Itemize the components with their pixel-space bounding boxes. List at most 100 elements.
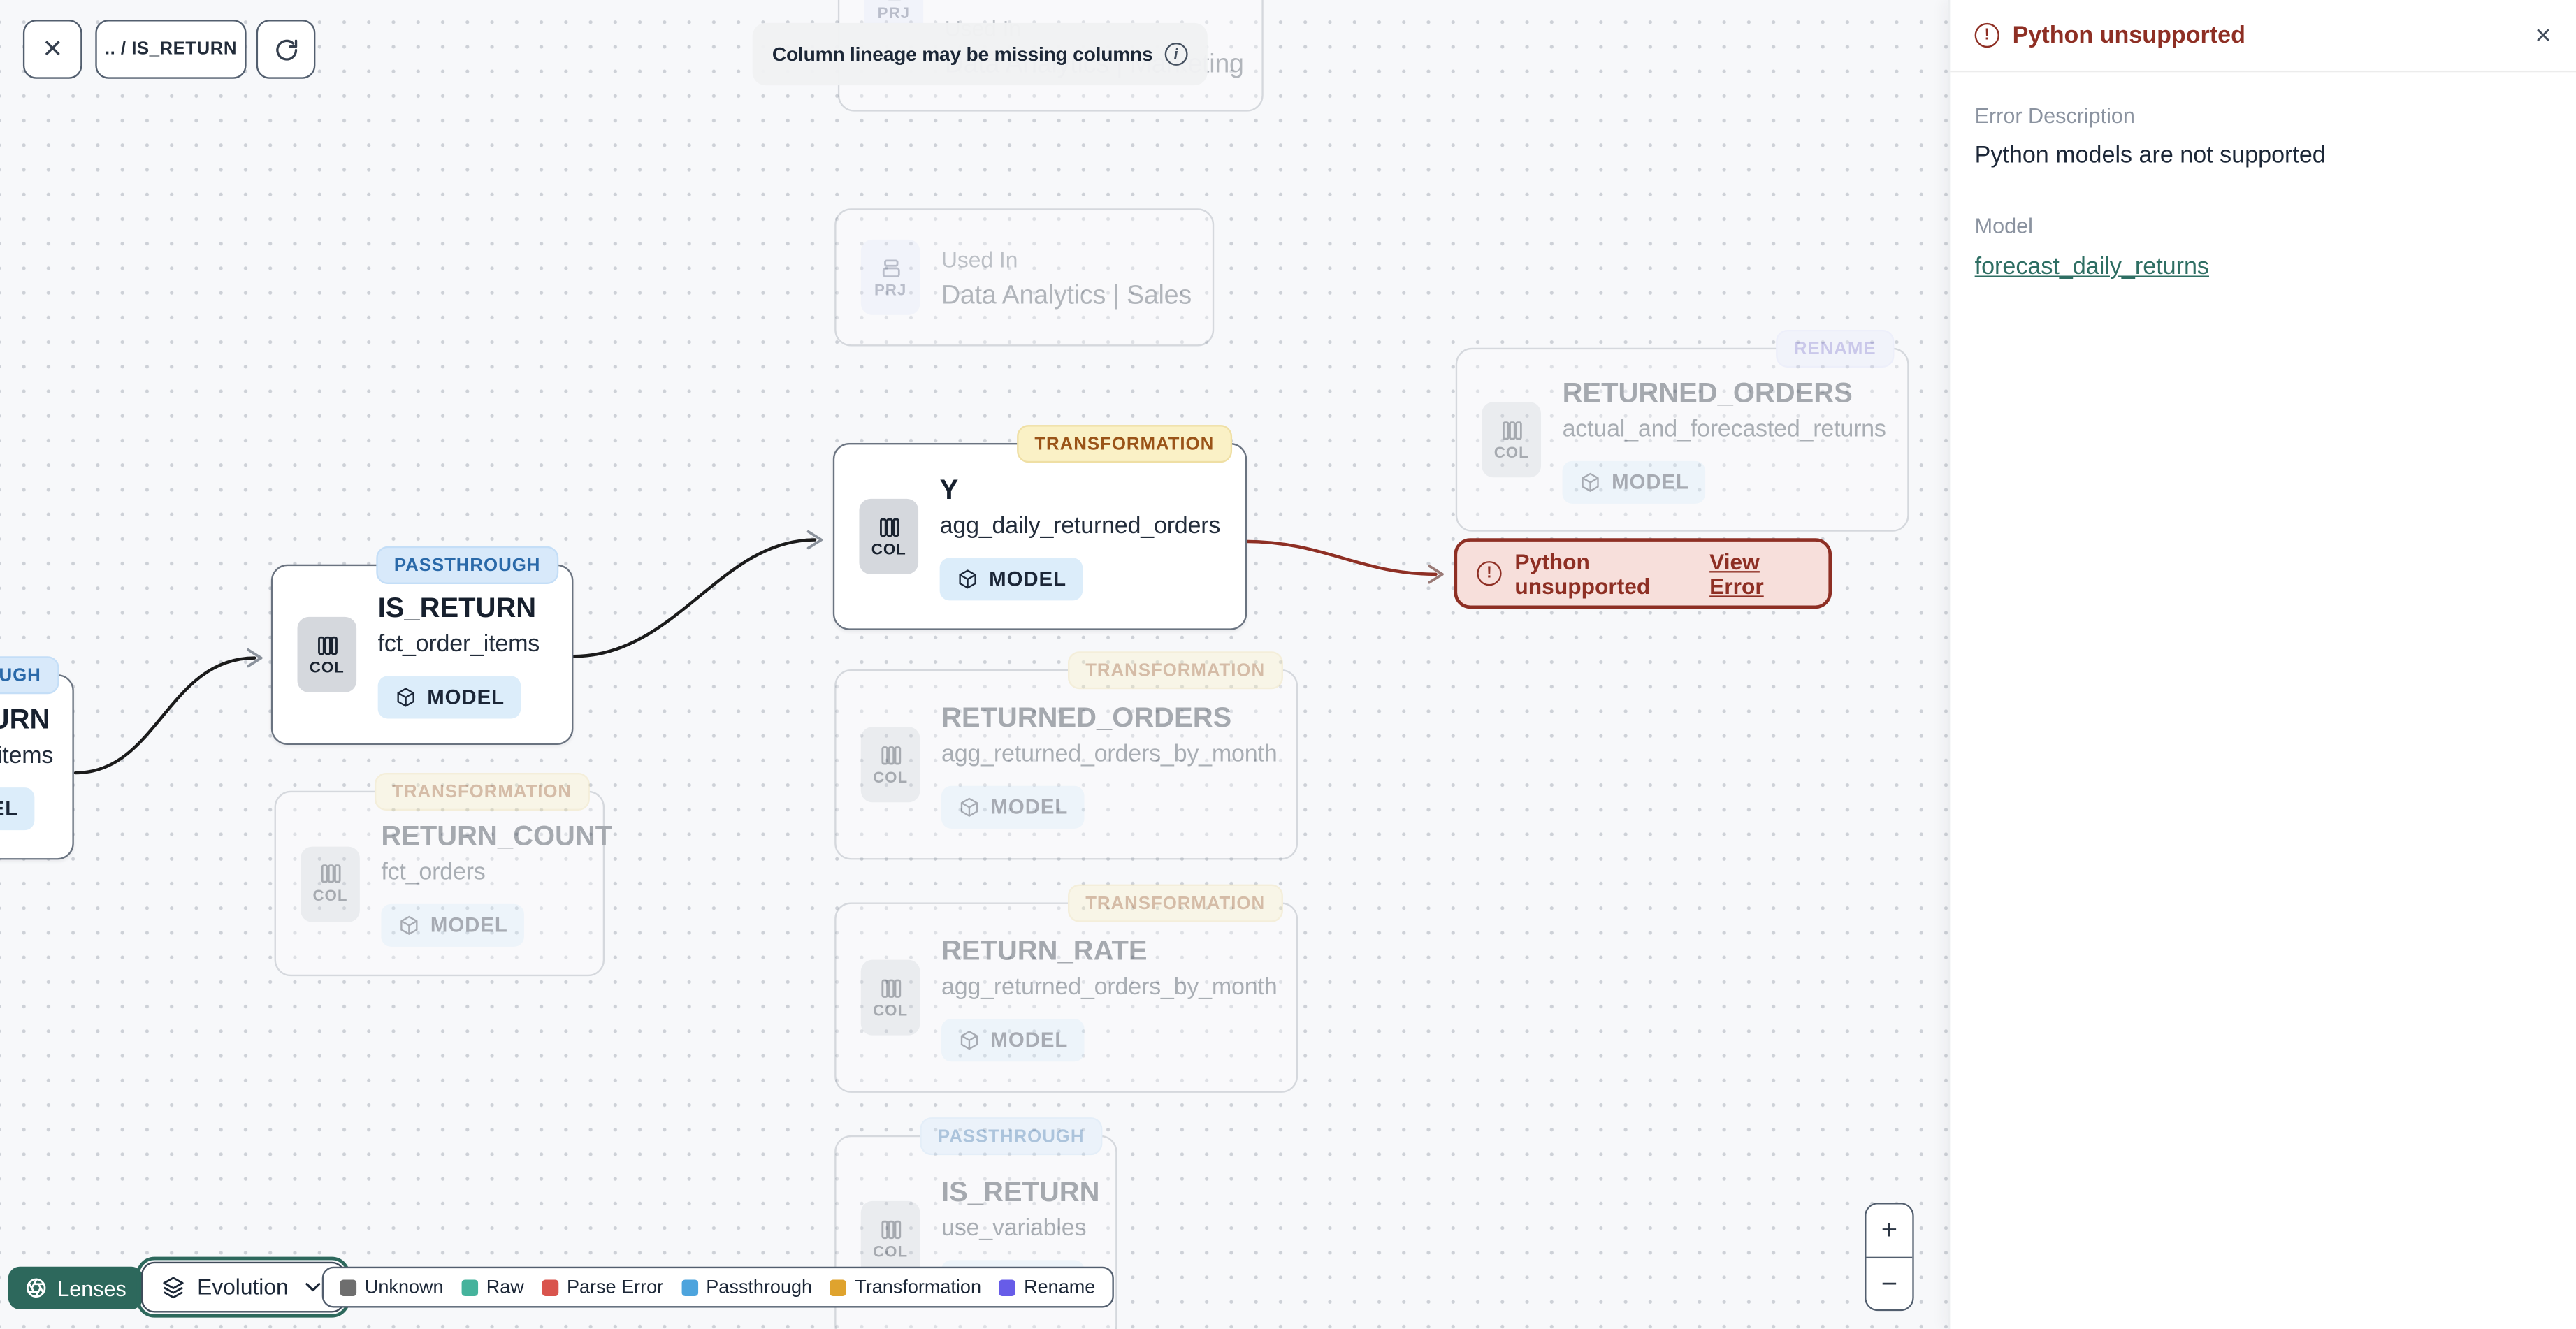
legend-swatch bbox=[681, 1279, 698, 1295]
minus-icon: − bbox=[1881, 1267, 1898, 1299]
lineage-notice: Column lineage may be missing columns i bbox=[752, 22, 1208, 86]
model-badge: MODEL bbox=[1562, 460, 1706, 503]
node-isreturn-fct-order-items[interactable]: PASSTHROUGH COL IS_RETURN fct_order_item… bbox=[270, 546, 574, 746]
col-label: COL bbox=[871, 540, 906, 559]
model-link[interactable]: forecast_daily_returns bbox=[1975, 254, 2209, 281]
arrowhead-icon bbox=[1428, 565, 1444, 584]
node-subtitle: fct_order_items bbox=[377, 630, 540, 658]
model-badge: MODEL bbox=[939, 557, 1083, 600]
node-returned-orders-by-month[interactable]: TRANSFORMATION COL RETURNED_ORDERS agg_r… bbox=[834, 651, 1298, 860]
passthrough-badge: PASSTHROUGH bbox=[920, 1117, 1103, 1156]
lens-legend: Unknown Raw Parse Error Passthrough Tran… bbox=[321, 1266, 1114, 1308]
error-description-text: Python models are not supported bbox=[1974, 143, 2326, 169]
layers-icon bbox=[163, 1277, 184, 1299]
prj-label: PRJ bbox=[874, 281, 907, 300]
node-title: RETURNED_ORDERS bbox=[1562, 376, 1853, 408]
node-title: Y bbox=[939, 473, 959, 505]
zoom-in-button[interactable]: + bbox=[1866, 1204, 1913, 1257]
zoom-out-button[interactable]: − bbox=[1866, 1256, 1913, 1309]
aperture-icon bbox=[27, 1278, 46, 1298]
node-subtitle: fct_orders bbox=[381, 859, 486, 886]
model-badge: MODEL bbox=[941, 785, 1085, 828]
node-return-count[interactable]: TRANSFORMATION COL RETURN_COUNT fct_orde… bbox=[274, 772, 612, 977]
node-title: RETURN_COUNT bbox=[381, 820, 613, 852]
node-subtitle: agg_returned_orders_by_month bbox=[941, 973, 1278, 1001]
node-title: RETURN_RATE bbox=[941, 934, 1148, 966]
edge-upstream-to-isreturn bbox=[73, 656, 256, 775]
node-title: IS_RETURN bbox=[0, 704, 50, 735]
legend-item: Rename bbox=[999, 1277, 1095, 1297]
panel-title: Python unsupported bbox=[2012, 22, 2245, 49]
transformation-badge: TRANSFORMATION bbox=[1016, 425, 1233, 463]
legend-swatch bbox=[340, 1279, 357, 1295]
panel-header: ! Python unsupported × bbox=[1950, 0, 2576, 73]
node-y-agg-daily-returned-orders[interactable]: TRANSFORMATION COL Y agg_daily_returned_… bbox=[832, 425, 1247, 630]
rename-badge: RENAME bbox=[1775, 329, 1895, 368]
warning-icon: ! bbox=[1477, 561, 1502, 586]
col-label: COL bbox=[873, 769, 909, 787]
model-label: Model bbox=[1974, 213, 2033, 238]
view-error-link[interactable]: View Error bbox=[1709, 549, 1809, 597]
column-icon: COL bbox=[301, 845, 360, 922]
col-label: COL bbox=[1493, 444, 1529, 463]
arrowhead-icon bbox=[806, 530, 823, 550]
refresh-button[interactable] bbox=[256, 20, 316, 79]
transformation-badge: TRANSFORMATION bbox=[1067, 884, 1283, 922]
column-icon: COL bbox=[860, 1200, 920, 1277]
model-badge: MODEL bbox=[377, 675, 521, 718]
plus-icon: + bbox=[1881, 1214, 1898, 1246]
node-subtitle: agg_returned_orders_by_month bbox=[941, 741, 1278, 767]
error-description-label: Error Description bbox=[1974, 103, 2135, 129]
refresh-icon bbox=[275, 38, 297, 60]
legend-item: Passthrough bbox=[681, 1277, 812, 1297]
lens-mode-label: Evolution bbox=[197, 1274, 289, 1300]
legend-item: Transformation bbox=[830, 1277, 981, 1297]
notice-text: Column lineage may be missing columns bbox=[772, 43, 1153, 66]
node-return-rate[interactable]: TRANSFORMATION COL RETURN_RATE agg_retur… bbox=[834, 884, 1298, 1093]
zoom-controls: + − bbox=[1865, 1203, 1914, 1312]
col-label: COL bbox=[873, 1001, 909, 1020]
lenses-button[interactable]: Lenses bbox=[8, 1266, 143, 1309]
prj-label: PRJ bbox=[877, 3, 910, 22]
close-lineage-button[interactable]: × bbox=[22, 20, 82, 79]
column-icon: COL bbox=[1482, 402, 1542, 478]
node-returned-orders-forecast[interactable]: RENAME COL RETURNED_ORDERS actual_and_fo… bbox=[1455, 329, 1909, 532]
model-badge: MODEL bbox=[0, 787, 35, 831]
transformation-badge: TRANSFORMATION bbox=[374, 772, 590, 811]
node-used-in-sales[interactable]: PRJ Used In Data Analytics | Sales bbox=[834, 208, 1215, 347]
error-node-label: Python unsupported bbox=[1514, 549, 1651, 598]
legend-item: Parse Error bbox=[542, 1277, 663, 1297]
column-icon: COL bbox=[297, 616, 357, 692]
node-isreturn-upstream-cut[interactable]: PASSTHROUGH IS_RETURN fct_order_items MO… bbox=[0, 656, 74, 860]
column-icon: COL bbox=[860, 727, 920, 803]
col-label: COL bbox=[309, 658, 345, 677]
panel-close-icon[interactable]: × bbox=[2535, 22, 2551, 50]
close-icon: × bbox=[43, 30, 62, 67]
legend-swatch bbox=[461, 1279, 478, 1295]
error-detail-panel: ! Python unsupported × Error Description… bbox=[1948, 0, 2576, 1329]
legend-item: Raw bbox=[461, 1277, 524, 1297]
column-icon: COL bbox=[859, 498, 919, 574]
arrowhead-icon bbox=[247, 648, 263, 668]
col-label: COL bbox=[873, 1242, 909, 1261]
node-python-unsupported-error[interactable]: ! Python unsupported View Error bbox=[1454, 538, 1832, 609]
chevron-down-icon bbox=[305, 1283, 320, 1292]
project-icon: PRJ bbox=[860, 239, 920, 315]
transformation-badge: TRANSFORMATION bbox=[1067, 651, 1283, 690]
legend-item: Unknown bbox=[340, 1277, 444, 1297]
warning-icon: ! bbox=[1974, 22, 1999, 48]
node-subtitle: fct_order_items bbox=[0, 743, 54, 770]
breadcrumb[interactable]: .. / IS_RETURN bbox=[95, 20, 247, 79]
node-subtitle: agg_daily_returned_orders bbox=[939, 512, 1221, 539]
lenses-label: Lenses bbox=[57, 1275, 126, 1300]
legend-swatch bbox=[999, 1279, 1016, 1295]
node-subtitle: actual_and_forecasted_returns bbox=[1562, 416, 1886, 442]
node-subtitle: use_variables bbox=[941, 1214, 1087, 1242]
lens-mode-dropdown[interactable]: Evolution bbox=[135, 1256, 350, 1319]
column-icon: COL bbox=[860, 959, 920, 1036]
lineage-canvas[interactable]: PRJ Used In Data Analytics | Marketing P… bbox=[0, 0, 1949, 1329]
legend-swatch bbox=[542, 1279, 559, 1295]
col-label: COL bbox=[312, 887, 348, 906]
info-icon[interactable]: i bbox=[1164, 43, 1187, 66]
edge-isreturn-to-y bbox=[572, 538, 817, 658]
